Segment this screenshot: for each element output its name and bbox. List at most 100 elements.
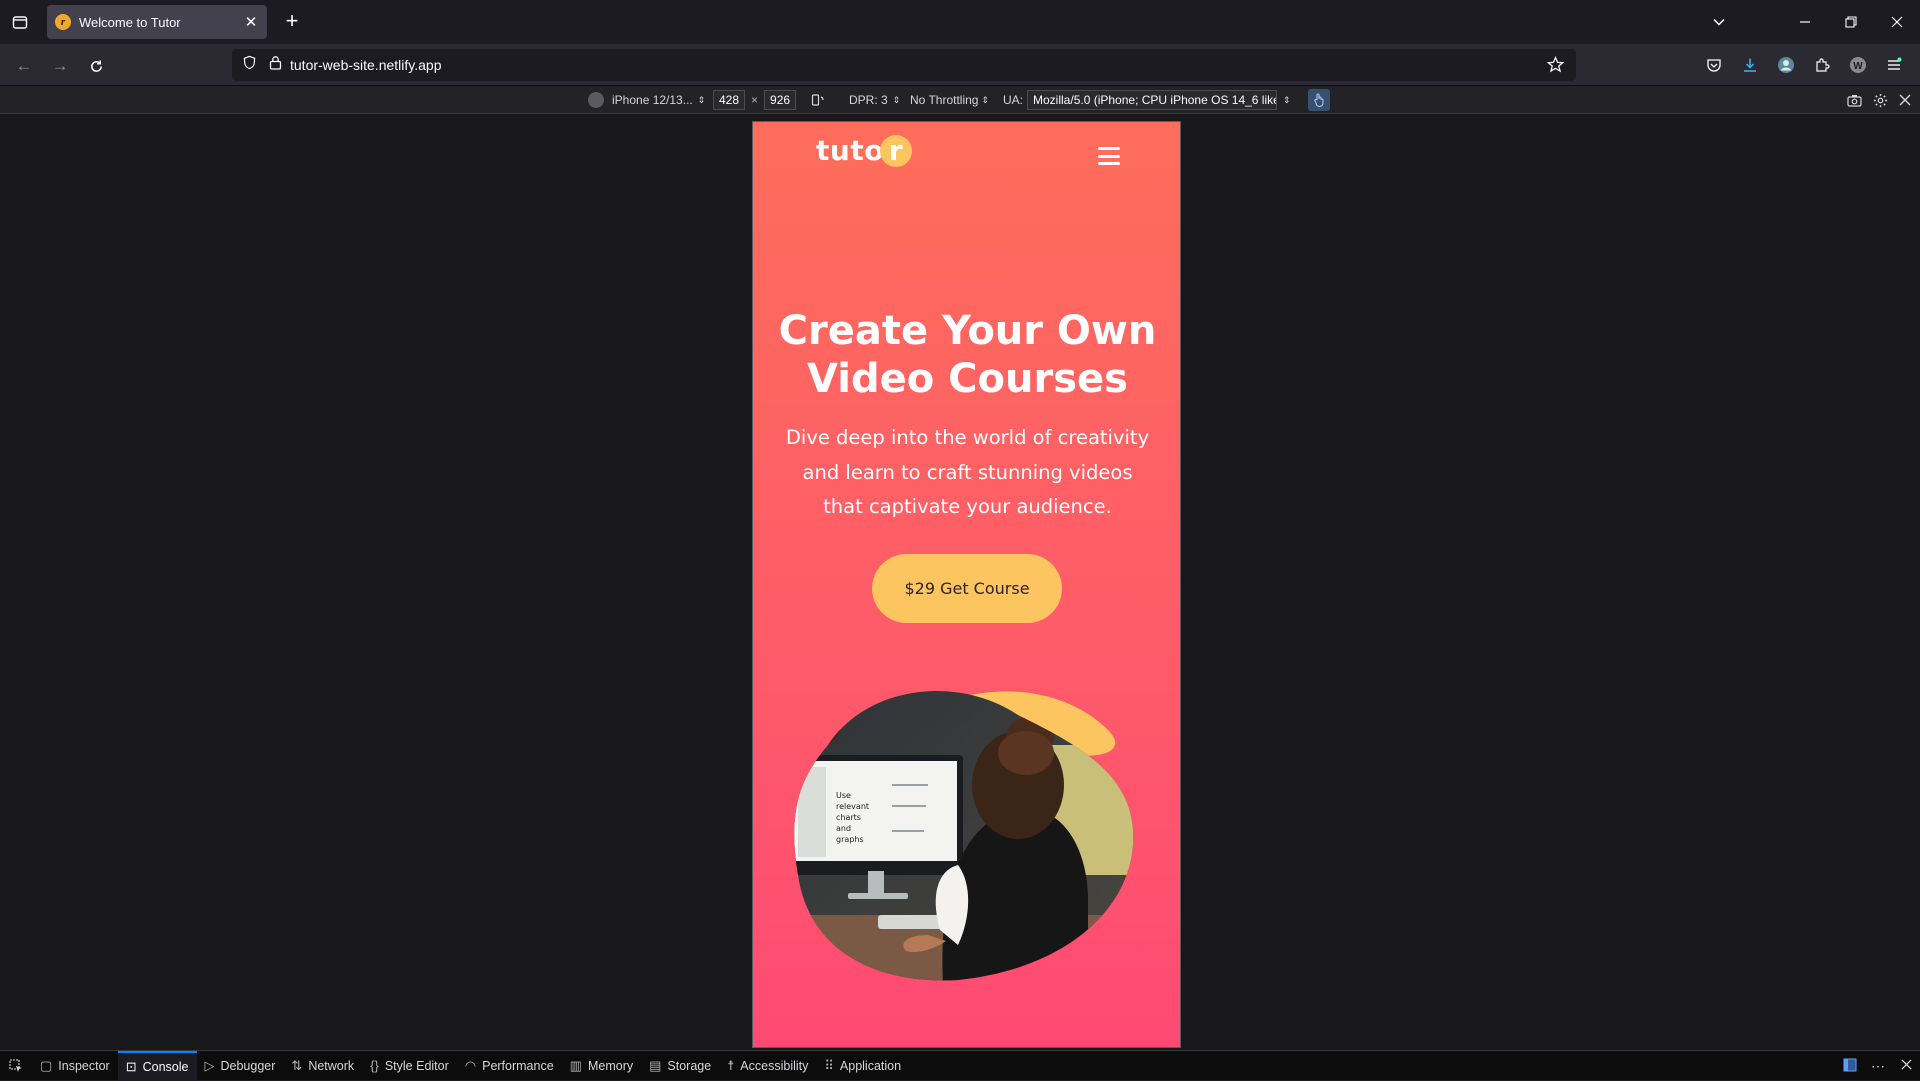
hero-title-line-1: Create Your Own (778, 308, 1157, 354)
devtools-controls: ⋯ (1836, 1051, 1920, 1081)
throttling-value: No Throttling (910, 93, 979, 107)
devtools-tab-console[interactable]: ⊡ Console (117, 1050, 197, 1081)
devtools-tab-label: Debugger (220, 1058, 276, 1073)
memory-icon: ▥ (569, 1057, 582, 1073)
devtools-tab-label: Accessibility (740, 1058, 809, 1073)
style-editor-icon: {} (370, 1058, 379, 1073)
device-name: iPhone 12/13... (612, 93, 693, 107)
monitor-text-4: and (836, 824, 851, 833)
hero-image: Use relevant charts and graphs (788, 685, 1148, 985)
tutor-favicon-icon: r (55, 14, 71, 30)
monitor-text-3: charts (836, 813, 861, 822)
devtools-tab-storage[interactable]: ▤ Storage (641, 1051, 719, 1081)
downloads-icon[interactable] (1732, 50, 1768, 80)
lock-icon[interactable] (269, 55, 282, 75)
settings-gear-icon[interactable] (1873, 90, 1888, 110)
devtools-tab-style-editor[interactable]: {} Style Editor (362, 1051, 457, 1081)
devtools-tab-performance[interactable]: ◠ Performance (457, 1051, 562, 1081)
console-icon: ⊡ (125, 1058, 137, 1074)
network-icon: ⇅ (291, 1057, 303, 1073)
accessibility-icon: ☨ (727, 1057, 735, 1073)
minimize-button[interactable] (1782, 0, 1828, 44)
viewport-height-input[interactable]: 926 (764, 90, 797, 110)
profile-w-icon[interactable]: W (1840, 50, 1876, 80)
inspector-icon: ▢ (40, 1057, 53, 1073)
hero-description: Dive deep into the world of creativity a… (785, 426, 1150, 518)
element-picker-icon[interactable] (0, 1058, 32, 1073)
devtools-tab-memory[interactable]: ▥ Memory (562, 1051, 641, 1081)
tab-strip: r Welcome to Tutor ✕ + (0, 0, 1920, 44)
hero-title-line-2: Video Courses (807, 356, 1128, 402)
address-bar[interactable]: tutor-web-site.netlify.app (232, 49, 1576, 81)
devtools-tab-label: Style Editor (384, 1058, 449, 1073)
touch-hand-icon (1308, 89, 1330, 111)
viewport-area: tuto r Create Your Own Video Courses Dive… (0, 114, 1920, 1050)
close-tab-icon[interactable]: ✕ (243, 13, 259, 31)
touch-simulation-button[interactable] (1308, 89, 1330, 111)
devtools-tab-debugger[interactable]: ▷ Debugger (197, 1051, 284, 1081)
responsive-design-toolbar: iPhone 12/13... ⇕ 428 × 926 DPR: 3 ⇕ No … (0, 86, 1920, 114)
svg-text:W: W (1853, 61, 1863, 72)
tutor-logo[interactable]: tuto r (816, 134, 912, 167)
navigation-toolbar: ← → tutor-web-site.netlify.app W (0, 44, 1920, 86)
ua-label: UA: (1003, 93, 1024, 107)
pocket-icon[interactable] (1696, 50, 1732, 80)
devtools-tab-accessibility[interactable]: ☨ Accessibility (719, 1051, 816, 1081)
rotate-viewport-icon[interactable] (811, 90, 825, 110)
application-icon: ⠿ (824, 1057, 834, 1073)
devtools-tab-label: Application (839, 1058, 902, 1073)
forward-button[interactable]: → (46, 52, 74, 80)
dpr-selector[interactable]: DPR: 3 ⇕ (849, 90, 900, 110)
browser-tab[interactable]: r Welcome to Tutor ✕ (47, 5, 267, 39)
extensions-icon[interactable] (1804, 50, 1840, 80)
logo-letter: r (879, 134, 912, 167)
window-controls (1696, 0, 1920, 44)
screenshot-icon[interactable] (1847, 90, 1862, 110)
user-agent-field: UA: Mozilla/5.0 (iPhone; CPU iPhone OS 1… (1003, 90, 1291, 110)
ua-dropdown-icon: ⇕ (1283, 94, 1291, 105)
size-separator: × (751, 93, 759, 107)
app-menu-icon[interactable] (1876, 50, 1912, 80)
device-selector[interactable]: iPhone 12/13... ⇕ (588, 90, 705, 110)
devtools-tab-label: Inspector (58, 1058, 110, 1073)
dock-side-icon[interactable] (1836, 1058, 1864, 1075)
list-all-tabs-chevron-icon[interactable] (1696, 0, 1742, 44)
tab-list-icon[interactable] (8, 8, 32, 36)
back-button[interactable]: ← (10, 52, 38, 80)
url-text: tutor-web-site.netlify.app (290, 57, 442, 73)
restore-button[interactable] (1828, 0, 1874, 44)
reload-button[interactable] (82, 52, 110, 80)
viewport-size: 428 × 926 (713, 90, 797, 110)
user-agent-input[interactable]: Mozilla/5.0 (iPhone; CPU iPhone OS 14_6 … (1027, 90, 1278, 110)
dpr-dropdown-icon: ⇕ (892, 94, 901, 105)
monitor-text-1: Use (836, 791, 851, 800)
viewport-width-input[interactable]: 428 (713, 90, 746, 110)
devtools-tab-label: Memory (587, 1058, 634, 1073)
monitor-text-5: graphs (836, 835, 864, 844)
throttling-selector[interactable]: No Throttling ⇕ (910, 90, 989, 110)
close-devtools-icon[interactable] (1892, 1059, 1920, 1073)
get-course-button[interactable]: $29 Get Course (872, 554, 1062, 623)
devtools-tab-label: Console (142, 1059, 189, 1074)
account-avatar-icon[interactable] (1768, 50, 1804, 80)
debugger-icon: ▷ (204, 1057, 215, 1073)
storage-icon: ▤ (649, 1057, 662, 1073)
tab-title: Welcome to Tutor (79, 14, 181, 30)
close-window-button[interactable] (1874, 0, 1920, 44)
device-selector-icon (588, 92, 604, 108)
devtools-toolbar: ▢ Inspector ⊡ Console ▷ Debugger ⇅ Netwo… (0, 1050, 1920, 1081)
devtools-tab-inspector[interactable]: ▢ Inspector (32, 1051, 118, 1081)
monitor-text-2: relevant (836, 802, 869, 811)
devtools-tab-label: Performance (482, 1058, 554, 1073)
device-dropdown-icon: ⇕ (697, 94, 706, 105)
devtools-tab-application[interactable]: ⠿ Application (816, 1051, 909, 1081)
toolbar-icons: W (1696, 50, 1912, 80)
new-tab-button[interactable]: + (280, 10, 304, 34)
hamburger-menu-icon[interactable] (1098, 147, 1120, 165)
throttling-dropdown-icon: ⇕ (981, 94, 990, 105)
close-rdm-icon[interactable] (1899, 90, 1911, 110)
more-options-icon[interactable]: ⋯ (1864, 1058, 1892, 1075)
devtools-tab-network[interactable]: ⇅ Network (283, 1051, 362, 1081)
tracking-protection-shield-icon[interactable] (242, 55, 257, 75)
bookmark-star-icon[interactable] (1546, 56, 1565, 78)
